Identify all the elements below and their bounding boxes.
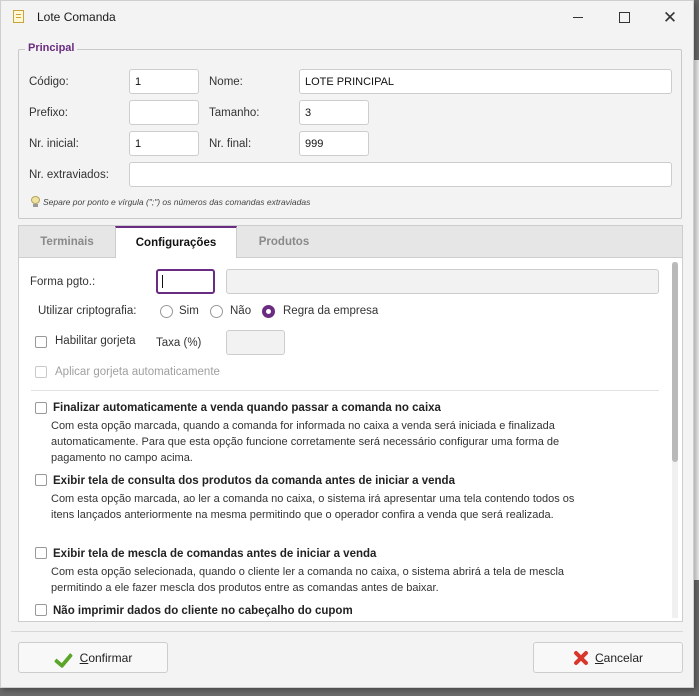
- configuracoes-panel: Forma pgto.: Utilizar criptografia: Sim …: [19, 258, 682, 621]
- option-checkbox-consulta[interactable]: [35, 474, 47, 486]
- aplicar-gorjeta-checkbox[interactable]: [35, 366, 47, 378]
- hint-text: Separe por ponto e vírgula (";") os núme…: [43, 196, 311, 207]
- habilitar-gorjeta-label: Habilitar gorjeta: [55, 335, 136, 347]
- option-desc-finalizar: Com esta opção marcada, quando a comanda…: [51, 420, 560, 464]
- confirmar-button[interactable]: Confirmar: [18, 642, 168, 673]
- maximize-button[interactable]: [601, 1, 647, 33]
- cripto-regra-label: Regra da empresa: [283, 305, 379, 317]
- close-icon: ✕: [662, 7, 678, 27]
- separator: [31, 390, 659, 391]
- nr-inicial-label: Nr. inicial:: [29, 138, 79, 150]
- option-checkbox-nao-imprimir[interactable]: [35, 604, 47, 616]
- cripto-sim-radio[interactable]: [160, 305, 173, 318]
- cancelar-label: Cancelar: [594, 650, 644, 665]
- option-desc-mescla: Com esta opção selecionada, quando o cli…: [51, 566, 565, 594]
- prefixo-input[interactable]: [129, 100, 199, 125]
- tab-control: Terminais Configurações Produtos Forma p…: [18, 225, 683, 622]
- forma-pgto-label: Forma pgto.:: [30, 276, 96, 288]
- tab-bar: Terminais Configurações Produtos: [19, 226, 682, 258]
- option-title-consulta: Exibir tela de consulta dos produtos da …: [53, 475, 455, 487]
- nr-final-input[interactable]: 999: [299, 131, 369, 156]
- tab-configuracoes[interactable]: Configurações: [115, 226, 237, 258]
- nr-extraviados-input[interactable]: [129, 162, 672, 187]
- aplicar-gorjeta-label: Aplicar gorjeta automaticamente: [55, 366, 220, 378]
- tab-produtos[interactable]: Produtos: [237, 226, 331, 257]
- option-title-finalizar: Finalizar automaticamente a venda quando…: [53, 402, 441, 414]
- principal-group: Principal Código: 1 Nome: LOTE PRINCIPAL…: [18, 42, 682, 219]
- nome-input[interactable]: LOTE PRINCIPAL: [299, 69, 672, 94]
- maximize-icon: [618, 11, 630, 23]
- nr-final-label: Nr. final:: [209, 138, 252, 150]
- window-title: Lote Comanda: [37, 10, 116, 24]
- option-title-mescla: Exibir tela de mescla de comandas antes …: [53, 548, 377, 560]
- dialog-window: Lote Comanda ✕ Principal Código: 1 Nome:…: [0, 0, 694, 688]
- cripto-nao-radio[interactable]: [210, 305, 223, 318]
- checkmark-icon: [54, 649, 74, 667]
- habilitar-gorjeta-checkbox[interactable]: [35, 336, 47, 348]
- codigo-input[interactable]: 1: [129, 69, 199, 94]
- confirmar-label: Confirmar: [79, 650, 133, 665]
- criptografia-label: Utilizar criptografia:: [38, 305, 137, 317]
- codigo-label: Código:: [29, 76, 69, 88]
- minimize-icon: [573, 16, 583, 18]
- tab-terminais[interactable]: Terminais: [19, 226, 115, 257]
- taxa-label: Taxa (%): [156, 337, 202, 349]
- close-button[interactable]: ✕: [647, 1, 693, 33]
- tamanho-input[interactable]: 3: [299, 100, 369, 125]
- principal-legend: Principal: [25, 42, 78, 54]
- cripto-nao-label: Não: [230, 305, 252, 317]
- footer-separator: [11, 631, 683, 632]
- cancel-x-icon: [573, 650, 589, 666]
- taxa-input[interactable]: [226, 330, 285, 355]
- minimize-button[interactable]: [555, 1, 601, 33]
- scrollbar-thumb[interactable]: [672, 262, 678, 462]
- nr-inicial-input[interactable]: 1: [129, 131, 199, 156]
- prefixo-label: Prefixo:: [29, 107, 68, 119]
- forma-pgto-description: [226, 269, 659, 294]
- text-cursor: [162, 275, 163, 288]
- nr-extraviados-label: Nr. extraviados:: [29, 169, 109, 181]
- tamanho-label: Tamanho:: [209, 107, 260, 119]
- nome-label: Nome:: [209, 76, 243, 88]
- option-checkbox-finalizar[interactable]: [35, 402, 47, 414]
- lightbulb-icon: [31, 196, 40, 207]
- extraviados-hint: Separe por ponto e vírgula (";") os núme…: [31, 196, 310, 207]
- cripto-sim-label: Sim: [179, 305, 199, 317]
- cripto-regra-radio[interactable]: [262, 305, 275, 318]
- title-bar[interactable]: Lote Comanda ✕: [1, 1, 693, 33]
- forma-pgto-code-input[interactable]: [156, 269, 215, 294]
- document-icon: [13, 10, 24, 23]
- option-title-nao-imprimir: Não imprimir dados do cliente no cabeçal…: [53, 605, 353, 617]
- option-checkbox-mescla[interactable]: [35, 547, 47, 559]
- cancelar-button[interactable]: Cancelar: [533, 642, 683, 673]
- option-desc-consulta: Com esta opção marcada, ao ler a comanda…: [51, 493, 575, 521]
